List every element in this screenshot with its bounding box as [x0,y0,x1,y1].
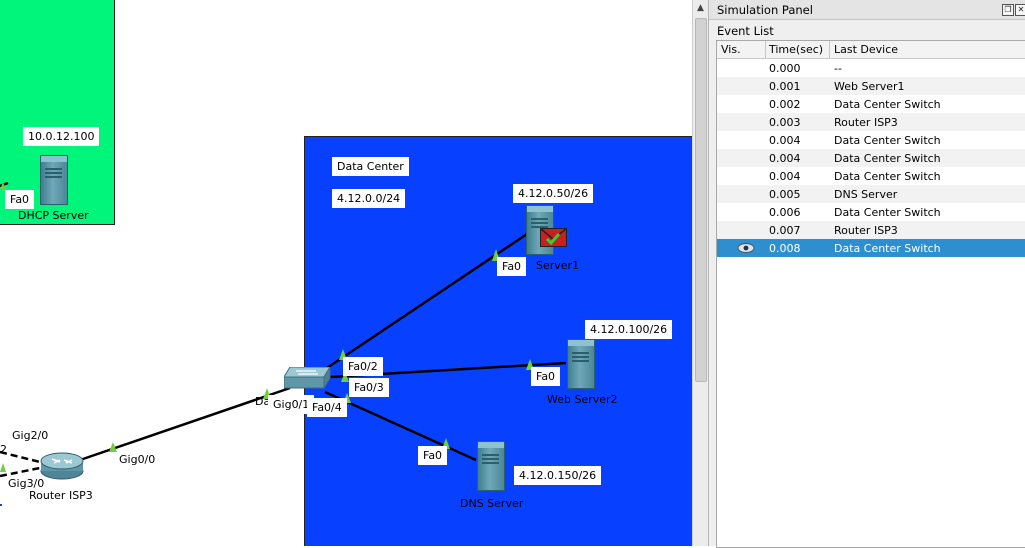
router-port-gig00: Gig0/0 [119,453,156,466]
dhcp-ip-label: 10.0.12.100 [23,127,100,146]
event-row[interactable]: 0.008 Data Center Switch [717,239,1025,257]
event-last-device: Data Center Switch [834,170,941,183]
link-lines [0,181,567,478]
event-rows: 0.000 -- 0.001 Web Server1 0.002 Data Center … [717,59,1025,279]
event-last-device: Data Center Switch [834,152,941,165]
web-server2-name: Web Server2 [547,393,618,406]
event-time: 0.002 [769,98,801,111]
web-server2-ip-label: 4.12.0.100/26 [585,320,673,339]
event-time: 0.007 [769,224,801,237]
event-time: 0.003 [769,116,801,129]
column-header-time[interactable]: Time(sec) [769,43,823,56]
event-last-device: -- [834,62,842,75]
simulation-panel-titlebar: Simulation Panel ❐ ✕ [709,0,1025,20]
dhcp-server-name: DHCP Server [18,209,89,222]
event-row[interactable]: 0.005 DNS Server [717,185,1025,203]
datacenter-subnet-label: 4.12.0.0/24 [332,189,406,208]
simulation-panel: Simulation Panel ❐ ✕ Event List Vis. Tim… [708,0,1025,548]
column-header-vis[interactable]: Vis. [721,43,741,56]
event-last-device: DNS Server [834,188,898,201]
dns-iface-label: Fa0 [418,446,448,465]
event-list-header: Vis. Time(sec) Last Device [717,41,1025,59]
switch-icon[interactable] [283,365,332,390]
event-row[interactable]: 0.003 Router ISP3 [717,113,1025,131]
router-port-partial: 2 [0,443,7,456]
datacenter-title-label: Data Center [332,157,409,176]
pdu-envelope-icon[interactable] [540,228,567,247]
switch-port-fa02: Fa0/2 [343,357,383,376]
event-last-device: Data Center Switch [834,134,941,147]
simulation-panel-title: Simulation Panel [717,3,813,17]
event-row[interactable]: 0.001 Web Server1 [717,77,1025,95]
web-server1-name: Server1 [536,259,580,272]
event-time: 0.008 [769,242,801,255]
event-last-device: Data Center Switch [834,98,941,111]
event-time: 0.000 [769,62,801,75]
link-endpoint-marker [0,504,2,506]
event-time: 0.005 [769,188,801,201]
event-time: 0.004 [769,170,801,183]
event-list-table[interactable]: Vis. Time(sec) Last Device 0.000 -- 0.001 W… [716,40,1025,548]
web-server2-icon[interactable] [567,339,595,389]
dhcp-server-icon[interactable] [40,155,68,205]
router-name: Router ISP3 [29,489,93,502]
web-server1-iface-label: Fa0 [497,257,527,276]
event-last-device: Data Center Switch [834,206,941,219]
router-port-gig20: Gig2/0 [12,429,49,442]
event-row[interactable]: 0.004 Data Center Switch [717,131,1025,149]
event-row[interactable]: 0.007 Router ISP3 [717,221,1025,239]
switch-port-fa03: Fa0/3 [349,378,389,397]
column-header-last-device[interactable]: Last Device [834,43,898,56]
event-time: 0.006 [769,206,801,219]
router-icon[interactable] [40,452,84,480]
event-row[interactable]: 0.000 -- [717,59,1025,77]
dns-server-icon[interactable] [477,441,505,491]
web-server1-ip-label: 4.12.0.50/26 [513,184,594,203]
web-server2-iface-label: Fa0 [531,367,561,386]
dhcp-iface-label: Fa0 [5,190,35,209]
column-divider[interactable] [829,41,830,58]
scroll-thumb[interactable] [695,18,707,382]
event-row[interactable]: 0.006 Data Center Switch [717,203,1025,221]
topology-canvas[interactable]: 10.0.12.100 Fa0 DHCP Server Data Center … [0,0,692,546]
dns-ip-label: 4.12.0.150/26 [514,466,602,485]
canvas-vertical-scrollbar[interactable]: ▲ [692,0,708,546]
event-last-device: Router ISP3 [834,224,898,237]
event-last-device: Web Server1 [834,80,905,93]
event-time: 0.004 [769,134,801,147]
event-last-device: Data Center Switch [834,242,941,255]
event-list-label: Event List [717,24,774,38]
close-icon[interactable]: ✕ [1015,4,1025,16]
scroll-up-arrow-icon[interactable]: ▲ [693,0,708,16]
event-row[interactable]: 0.004 Data Center Switch [717,149,1025,167]
column-divider[interactable] [765,41,766,58]
eye-icon[interactable] [737,242,755,254]
event-last-device: Router ISP3 [834,116,898,129]
dns-server-name: DNS Server [460,497,524,510]
restore-icon[interactable]: ❐ [1002,4,1014,16]
switch-port-fa04: Fa0/4 [307,398,347,417]
event-time: 0.004 [769,152,801,165]
event-time: 0.001 [769,80,801,93]
event-row[interactable]: 0.002 Data Center Switch [717,95,1025,113]
event-row[interactable]: 0.004 Data Center Switch [717,167,1025,185]
